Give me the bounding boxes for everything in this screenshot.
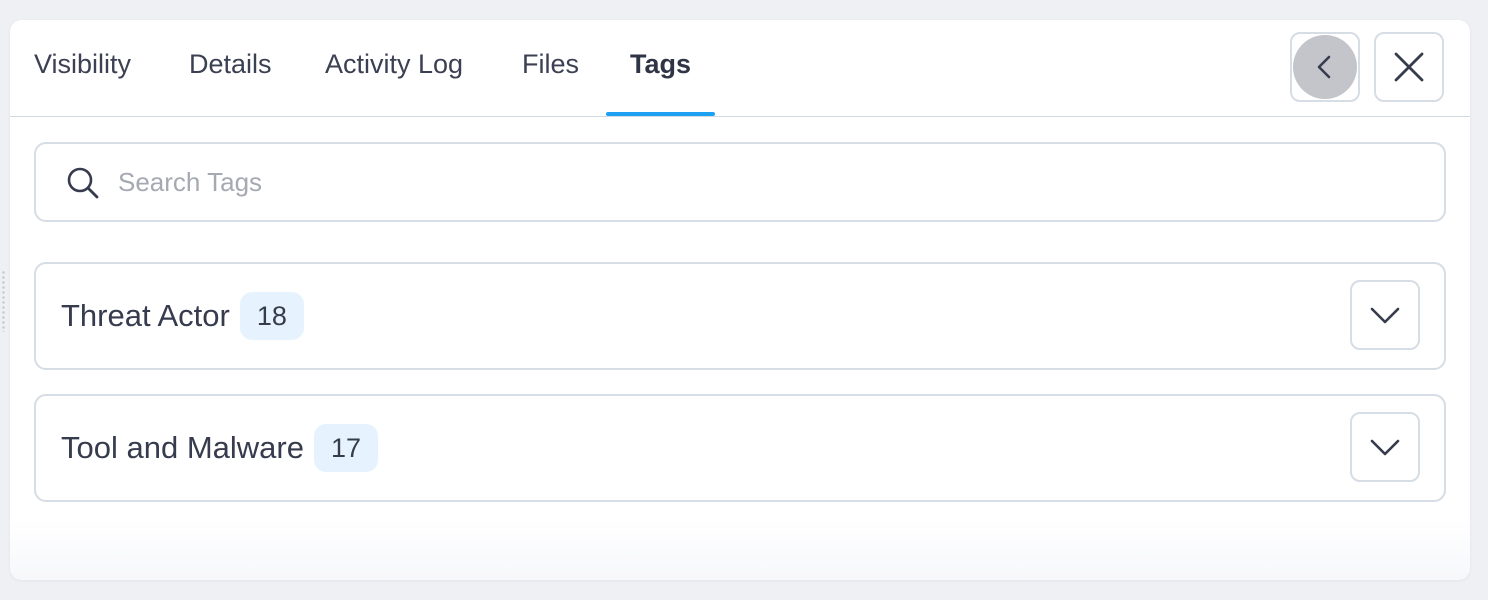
tags-panel: Visibility Details Activity Log Files Ta…: [10, 20, 1470, 580]
close-button[interactable]: [1374, 32, 1444, 102]
back-button[interactable]: [1290, 32, 1360, 102]
tab-activity-log[interactable]: Activity Log: [325, 20, 463, 116]
tag-group-title-row: Tool and Malware 17: [61, 396, 379, 500]
chevron-down-icon: [1370, 307, 1400, 324]
tab-files[interactable]: Files: [522, 20, 579, 116]
tag-count-badge: 17: [313, 424, 379, 472]
tab-bar: Visibility Details Activity Log Files Ta…: [10, 20, 1470, 117]
search-icon: [67, 167, 99, 199]
resize-handle[interactable]: [1, 270, 6, 332]
chevron-left-icon: [1317, 55, 1331, 79]
expand-tool-and-malware-button[interactable]: [1350, 412, 1420, 482]
tag-group-title-row: Threat Actor 18: [61, 264, 304, 368]
expand-threat-actor-button[interactable]: [1350, 280, 1420, 350]
tab-details[interactable]: Details: [189, 20, 272, 116]
search-box: [34, 142, 1446, 222]
tag-group-title: Threat Actor: [61, 298, 230, 333]
back-button-circle: [1293, 35, 1357, 99]
tag-count-badge: 18: [239, 292, 304, 340]
tag-group-tool-and-malware[interactable]: Tool and Malware 17: [34, 394, 1446, 502]
tab-tags[interactable]: Tags: [630, 20, 691, 116]
close-icon: [1394, 52, 1424, 82]
tag-group-threat-actor[interactable]: Threat Actor 18: [34, 262, 1446, 370]
chevron-down-icon: [1370, 439, 1400, 456]
tag-group-title: Tool and Malware: [61, 430, 304, 465]
active-tab-indicator: [606, 112, 715, 116]
search-input[interactable]: [118, 156, 1418, 208]
tab-visibility[interactable]: Visibility: [34, 20, 131, 116]
